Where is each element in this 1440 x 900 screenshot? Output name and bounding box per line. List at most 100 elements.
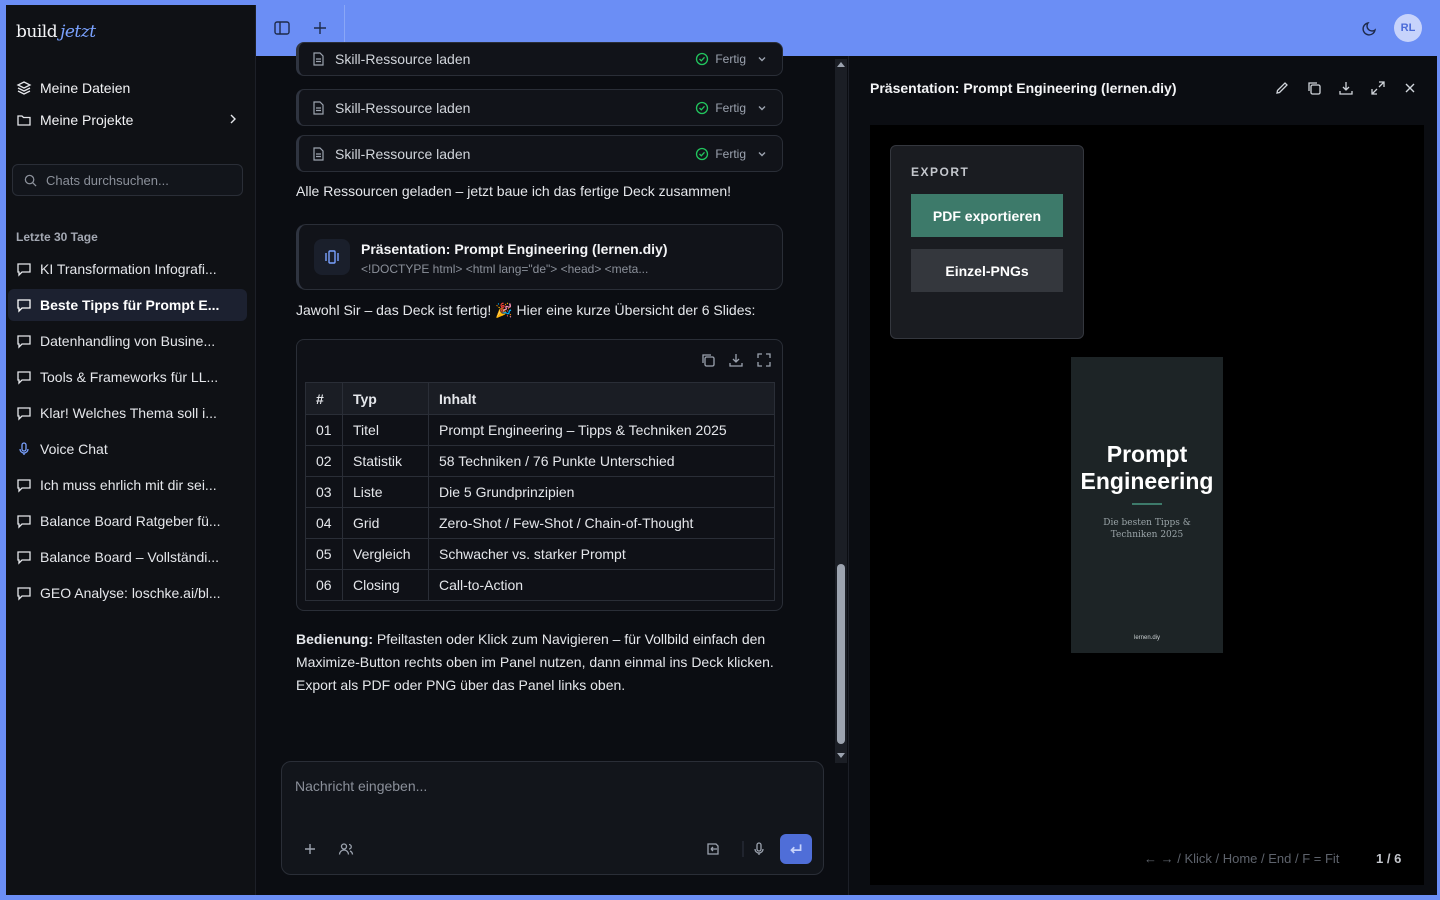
- nav-my-files[interactable]: Meine Dateien: [16, 75, 244, 101]
- search-icon: [24, 174, 37, 187]
- document-icon: [313, 52, 324, 66]
- chat-item[interactable]: Datenhandling von Busine...: [8, 325, 247, 357]
- panel-title: Präsentation: Prompt Engineering (lernen…: [870, 80, 1177, 96]
- close-icon[interactable]: [1402, 80, 1418, 96]
- table-card: # Typ Inhalt 01 Titel Prompt Engineering –…: [296, 339, 783, 611]
- table-header-row: # Typ Inhalt: [305, 382, 775, 415]
- tool-call-row[interactable]: Skill-Ressource laden Fertig: [296, 135, 783, 172]
- tool-call-row[interactable]: Skill-Ressource laden Fertig: [296, 89, 783, 126]
- download-icon[interactable]: [1338, 80, 1354, 96]
- column-header: #: [305, 382, 343, 415]
- chevron-right-icon: [230, 114, 236, 124]
- table-cell: Die 5 Grundprinzipien: [428, 476, 775, 508]
- chat-item-active[interactable]: Beste Tipps für Prompt E...: [8, 289, 247, 321]
- chat-item[interactable]: Balance Board – Vollständi...: [8, 541, 247, 573]
- column-header: Typ: [342, 382, 429, 415]
- copy-icon[interactable]: [700, 352, 716, 368]
- artifact-card[interactable]: Präsentation: Prompt Engineering (lernen…: [296, 224, 783, 290]
- slide-stage[interactable]: EXPORT PDF exportieren Einzel-PNGs Promp…: [870, 125, 1424, 885]
- chat-item[interactable]: Tools & Frameworks für LL...: [8, 361, 247, 393]
- check-circle-icon: [696, 147, 709, 160]
- fullscreen-icon[interactable]: [756, 352, 772, 368]
- new-chat-icon[interactable]: [311, 19, 329, 37]
- tool-call-row[interactable]: Skill-Ressource laden Fertig: [296, 42, 783, 76]
- chat-item-label: Voice Chat: [40, 441, 108, 457]
- message-composer[interactable]: Nachricht eingeben...: [281, 761, 824, 875]
- chat-icon: [17, 299, 31, 313]
- edit-icon[interactable]: [1274, 80, 1290, 96]
- chevron-down-icon: [758, 151, 766, 156]
- chat-item-label: Ich muss ehrlich mit dir sei...: [40, 477, 217, 493]
- table-cell: 03: [305, 476, 343, 508]
- composer-placeholder: Nachricht eingeben...: [295, 778, 428, 794]
- chat-scrollbar[interactable]: [835, 59, 847, 763]
- dark-mode-icon[interactable]: [1361, 19, 1379, 37]
- check-circle-icon: [696, 52, 709, 66]
- scroll-down-icon[interactable]: [837, 751, 845, 759]
- chat-item-voice[interactable]: Voice Chat: [8, 433, 247, 465]
- folder-icon: [17, 115, 31, 126]
- chat-search-input[interactable]: Chats durchsuchen...: [12, 164, 243, 196]
- users-icon[interactable]: [338, 841, 354, 857]
- chat-item-label: Datenhandling von Busine...: [40, 333, 216, 349]
- slide-preview[interactable]: Prompt Engineering Die besten Tipps & Tech…: [1071, 357, 1223, 653]
- slide-brand: lernen.diy: [1133, 635, 1160, 641]
- document-icon: [313, 100, 324, 115]
- table-tools: [700, 352, 772, 368]
- export-pdf-button[interactable]: PDF exportieren: [911, 194, 1063, 237]
- assistant-message: Bedienung: Pfeiltasten oder Klick zum Na…: [296, 628, 786, 697]
- artifact-snippet: <!DOCTYPE html> <html lang="de"> <head> …: [361, 262, 649, 276]
- nav-label: Meine Projekte: [40, 112, 134, 128]
- section-label: Letzte 30 Tage: [16, 230, 98, 244]
- tool-status: Fertig: [695, 52, 768, 66]
- tool-status-label: Fertig: [715, 100, 746, 115]
- export-chat-icon[interactable]: [705, 841, 721, 857]
- chat-item[interactable]: Ich muss ehrlich mit dir sei...: [8, 469, 247, 501]
- table-row: 04 Grid Zero-Shot / Few-Shot / Chain-of-Th…: [305, 507, 775, 539]
- maximize-icon[interactable]: [1370, 80, 1386, 96]
- logo[interactable]: build jetzt: [16, 22, 96, 42]
- message-bold: Bedienung:: [296, 631, 373, 647]
- chat-icon: [17, 515, 31, 529]
- chat-item-label: Klar! Welches Thema soll i...: [40, 405, 217, 421]
- chat-icon: [17, 371, 31, 385]
- chat-item-label: KI Transformation Infografi...: [40, 261, 217, 277]
- table-cell: Zero-Shot / Few-Shot / Chain-of-Thought: [428, 507, 775, 539]
- chat-item-label: Beste Tipps für Prompt E...: [40, 297, 220, 313]
- slide-counter: 1 / 6: [1376, 851, 1402, 866]
- tool-status: Fertig: [695, 101, 768, 115]
- chat-icon: [17, 479, 31, 493]
- send-button[interactable]: [780, 834, 812, 864]
- chat-item[interactable]: KI Transformation Infografi...: [8, 253, 247, 285]
- tool-status-label: Fertig: [715, 146, 746, 161]
- avatar[interactable]: RL: [1394, 14, 1422, 42]
- tool-status: Fertig: [695, 147, 768, 161]
- table-cell: 04: [305, 507, 343, 539]
- chat-item[interactable]: GEO Analyse: loschke.ai/bl...: [8, 577, 247, 609]
- sidebar-toggle-icon[interactable]: [273, 19, 291, 37]
- chat-area: Skill-Ressource laden Fertig Skill-Resso…: [257, 42, 848, 895]
- tool-call-label: Skill-Ressource laden: [335, 99, 471, 116]
- chat-item-label: Tools & Frameworks für LL...: [40, 369, 219, 385]
- export-png-button[interactable]: Einzel-PNGs: [911, 249, 1063, 292]
- scrollbar-thumb[interactable]: [837, 564, 845, 744]
- mic-icon[interactable]: [751, 841, 767, 857]
- plus-icon[interactable]: [302, 841, 318, 857]
- table-row: 06 Closing Call-to-Action: [305, 569, 775, 601]
- table-cell: 02: [305, 445, 343, 477]
- tool-status-label: Fertig: [715, 52, 746, 66]
- slide-subtitle: Die besten Tipps & Techniken 2025: [1103, 518, 1191, 540]
- copy-icon[interactable]: [1306, 80, 1322, 96]
- download-icon[interactable]: [728, 352, 744, 368]
- table-cell: 01: [305, 414, 343, 446]
- table-cell: Closing: [342, 569, 429, 601]
- table-row: 05 Vergleich Schwacher vs. starker Prompt: [305, 538, 775, 570]
- chat-item[interactable]: Balance Board Ratgeber fü...: [8, 505, 247, 537]
- chat-item[interactable]: Klar! Welches Thema soll i...: [8, 397, 247, 429]
- table-cell: Liste: [342, 476, 429, 508]
- chevron-down-icon: [758, 105, 766, 110]
- scroll-up-icon[interactable]: [837, 61, 845, 69]
- chat-item-label: Balance Board Ratgeber fü...: [40, 513, 221, 529]
- slide-divider: [1132, 503, 1162, 505]
- nav-my-projects[interactable]: Meine Projekte: [16, 107, 244, 133]
